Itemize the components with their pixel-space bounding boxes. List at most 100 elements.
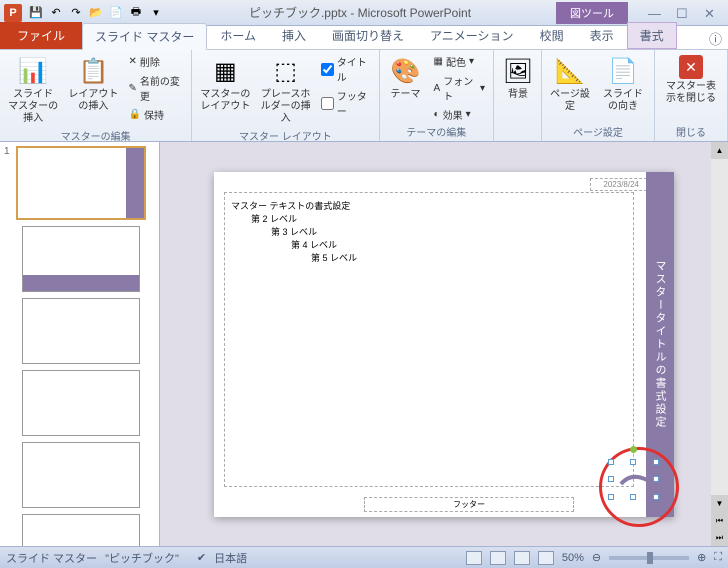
open-icon[interactable]: 📂	[88, 5, 104, 21]
resize-handle[interactable]	[608, 494, 614, 500]
effects-button[interactable]: ◐効果 ▾	[432, 106, 487, 123]
body-lvl3: 第 3 レベル	[271, 225, 627, 238]
tab-animations[interactable]: アニメーション	[417, 22, 527, 49]
insert-master-icon: 📊	[17, 55, 49, 87]
resize-handle[interactable]	[630, 459, 636, 465]
zoom-value[interactable]: 50%	[562, 552, 584, 564]
insert-placeholder-button[interactable]: ⬚ プレースホルダーの挿入	[258, 53, 312, 127]
group-label: 閉じる	[661, 123, 721, 140]
view-reading-icon[interactable]	[514, 551, 530, 565]
status-theme: "ピッチブック"	[105, 550, 179, 566]
rename-button[interactable]: ✎名前の変更	[127, 72, 186, 104]
zoom-out-icon[interactable]: ⊖	[592, 551, 601, 564]
group-edit-master: 📊 スライド マスターの挿入 📋 レイアウトの挿入 ✕削除 ✎名前の変更 🔒保持…	[0, 50, 192, 141]
delete-icon: ✕	[129, 56, 137, 67]
vertical-scrollbar[interactable]: ▲ ▼ ⏮ ⏭	[711, 142, 728, 546]
scroll-down-icon[interactable]: ▼	[711, 495, 728, 512]
tab-transitions[interactable]: 画面切り替え	[319, 22, 417, 49]
close-master-view-button[interactable]: ✕ マスター表示を閉じる	[661, 53, 721, 107]
background-label: 背景	[508, 89, 528, 101]
placeholder-icon: ⬚	[270, 55, 302, 87]
thumb-master[interactable]: 1	[4, 146, 155, 220]
resize-handle[interactable]	[653, 494, 659, 500]
page-setup-icon: 📐	[554, 55, 586, 87]
resize-handle[interactable]	[630, 494, 636, 500]
tab-file[interactable]: ファイル	[0, 22, 82, 49]
tab-insert[interactable]: 挿入	[269, 22, 319, 49]
footer-placeholder[interactable]: フッター	[364, 497, 574, 512]
minimize-icon[interactable]: —	[648, 6, 662, 20]
body-lvl5: 第 5 レベル	[311, 251, 627, 264]
themes-icon: 🎨	[390, 55, 422, 87]
insert-layout-icon: 📋	[77, 55, 109, 87]
redo-icon[interactable]: ↷	[68, 5, 84, 21]
colors-icon: ▦	[434, 56, 443, 67]
placeholder-label: プレースホルダーの挿入	[260, 89, 310, 125]
thumb-layout[interactable]	[4, 442, 155, 508]
background-button[interactable]: 🖼 背景	[500, 53, 536, 103]
slide-orientation-button[interactable]: 📄 スライドの向き	[598, 53, 648, 115]
thumb-number: 1	[4, 146, 16, 220]
group-label: ページ設定	[548, 123, 648, 140]
master-layout-button[interactable]: ▦ マスターのレイアウト	[198, 53, 252, 115]
delete-button[interactable]: ✕削除	[127, 53, 186, 70]
save-icon[interactable]: 💾	[28, 5, 44, 21]
date-placeholder[interactable]: 2023/8/24	[590, 178, 652, 191]
preserve-icon: 🔒	[129, 109, 141, 120]
rotate-handle[interactable]	[630, 446, 637, 453]
group-background: 🖼 背景	[494, 50, 542, 141]
insert-layout-label: レイアウトの挿入	[68, 89, 118, 113]
fonts-button[interactable]: Aフォント ▾	[432, 72, 487, 104]
preserve-button[interactable]: 🔒保持	[127, 106, 186, 123]
qat-dropdown-icon[interactable]: ▾	[148, 5, 164, 21]
insert-slide-master-button[interactable]: 📊 スライド マスターの挿入	[6, 53, 60, 127]
fit-window-icon[interactable]: ⛶	[714, 551, 722, 564]
help-icon[interactable]: ⓘ	[709, 29, 722, 48]
close-icon[interactable]: ✕	[704, 6, 718, 20]
title-checkbox[interactable]: タイトル	[319, 53, 373, 85]
print-icon[interactable]: 🖶	[128, 5, 144, 21]
slide-editor[interactable]: 2023/8/24 マスター テキストの書式設定 第 2 レベル 第 3 レベル…	[160, 142, 728, 546]
resize-handle[interactable]	[653, 476, 659, 482]
next-slide-icon[interactable]: ⏭	[711, 529, 728, 546]
maximize-icon[interactable]: ☐	[676, 6, 690, 20]
scroll-up-icon[interactable]: ▲	[711, 142, 728, 159]
close-master-icon: ✕	[679, 55, 703, 79]
themes-button[interactable]: 🎨 テーマ	[386, 53, 426, 103]
view-sorter-icon[interactable]	[490, 551, 506, 565]
themes-label: テーマ	[391, 89, 421, 101]
resize-handle[interactable]	[653, 459, 659, 465]
footer-checkbox[interactable]: フッター	[319, 87, 373, 119]
tab-format[interactable]: 書式	[627, 22, 677, 49]
tab-view[interactable]: 表示	[577, 22, 627, 49]
insert-layout-button[interactable]: 📋 レイアウトの挿入	[66, 53, 120, 115]
tab-review[interactable]: 校閲	[527, 22, 577, 49]
thumb-layout[interactable]	[4, 226, 155, 292]
tab-home[interactable]: ホーム	[207, 22, 269, 49]
undo-icon[interactable]: ↶	[48, 5, 64, 21]
zoom-slider[interactable]	[609, 556, 689, 560]
context-tab-label: 図ツール	[556, 2, 628, 24]
zoom-in-icon[interactable]: ⊕	[697, 551, 706, 564]
slide-canvas[interactable]: 2023/8/24 マスター テキストの書式設定 第 2 レベル 第 3 レベル…	[214, 172, 674, 517]
selected-shape[interactable]	[611, 462, 656, 497]
body-lvl2: 第 2 レベル	[251, 212, 627, 225]
master-layout-icon: ▦	[209, 55, 241, 87]
new-icon[interactable]: 📄	[108, 5, 124, 21]
prev-slide-icon[interactable]: ⏮	[711, 512, 728, 529]
body-placeholder[interactable]: マスター テキストの書式設定 第 2 レベル 第 3 レベル 第 4 レベル 第…	[224, 192, 634, 487]
app-icon: P	[4, 4, 22, 22]
view-normal-icon[interactable]	[466, 551, 482, 565]
colors-button[interactable]: ▦配色 ▾	[432, 53, 487, 70]
status-language[interactable]: 日本語	[214, 550, 247, 566]
thumb-layout[interactable]	[4, 514, 155, 546]
fonts-icon: A	[434, 83, 441, 94]
thumb-layout[interactable]	[4, 298, 155, 364]
tab-slide-master[interactable]: スライド マスター	[82, 23, 207, 50]
page-setup-button[interactable]: 📐 ページ設定	[548, 53, 592, 115]
thumb-layout[interactable]	[4, 370, 155, 436]
resize-handle[interactable]	[608, 459, 614, 465]
view-slideshow-icon[interactable]	[538, 551, 554, 565]
resize-handle[interactable]	[608, 476, 614, 482]
rename-icon: ✎	[129, 83, 137, 94]
